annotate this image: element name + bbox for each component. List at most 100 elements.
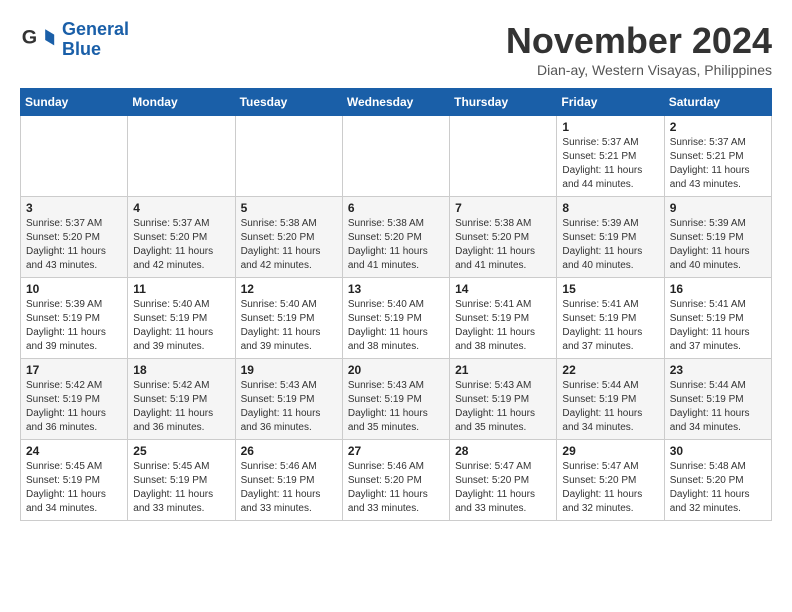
day-number: 1: [562, 120, 658, 134]
day-number: 28: [455, 444, 551, 458]
calendar-week-5: 24 Sunrise: 5:45 AM Sunset: 5:19 PM Dayli…: [21, 440, 772, 521]
day-number: 27: [348, 444, 444, 458]
calendar-cell: 10 Sunrise: 5:39 AM Sunset: 5:19 PM Dayli…: [21, 278, 128, 359]
day-info: Sunrise: 5:37 AM Sunset: 5:21 PM Dayligh…: [670, 136, 766, 192]
calendar-cell: 22 Sunrise: 5:44 AM Sunset: 5:19 PM Dayli…: [557, 359, 664, 440]
day-info: Sunrise: 5:45 AM Sunset: 5:19 PM Dayligh…: [133, 460, 229, 516]
calendar-cell: 20 Sunrise: 5:43 AM Sunset: 5:19 PM Dayli…: [342, 359, 449, 440]
day-info: Sunrise: 5:44 AM Sunset: 5:19 PM Dayligh…: [562, 379, 658, 435]
calendar-cell: 13 Sunrise: 5:40 AM Sunset: 5:19 PM Dayli…: [342, 278, 449, 359]
day-info: Sunrise: 5:38 AM Sunset: 5:20 PM Dayligh…: [241, 217, 337, 273]
day-info: Sunrise: 5:37 AM Sunset: 5:20 PM Dayligh…: [133, 217, 229, 273]
page-header: G General Blue November 2024 Dian-ay, We…: [20, 20, 772, 78]
day-number: 13: [348, 282, 444, 296]
day-info: Sunrise: 5:42 AM Sunset: 5:19 PM Dayligh…: [133, 379, 229, 435]
day-info: Sunrise: 5:41 AM Sunset: 5:19 PM Dayligh…: [562, 298, 658, 354]
day-number: 10: [26, 282, 122, 296]
day-number: 8: [562, 201, 658, 215]
day-info: Sunrise: 5:46 AM Sunset: 5:19 PM Dayligh…: [241, 460, 337, 516]
calendar-cell: [128, 116, 235, 197]
day-info: Sunrise: 5:42 AM Sunset: 5:19 PM Dayligh…: [26, 379, 122, 435]
day-info: Sunrise: 5:41 AM Sunset: 5:19 PM Dayligh…: [670, 298, 766, 354]
calendar-cell: 19 Sunrise: 5:43 AM Sunset: 5:19 PM Dayli…: [235, 359, 342, 440]
day-number: 5: [241, 201, 337, 215]
title-section: November 2024 Dian-ay, Western Visayas, …: [506, 20, 772, 78]
calendar-cell: 3 Sunrise: 5:37 AM Sunset: 5:20 PM Daylig…: [21, 197, 128, 278]
weekday-header-thursday: Thursday: [450, 89, 557, 116]
calendar-week-3: 10 Sunrise: 5:39 AM Sunset: 5:19 PM Dayli…: [21, 278, 772, 359]
day-number: 14: [455, 282, 551, 296]
calendar-cell: 15 Sunrise: 5:41 AM Sunset: 5:19 PM Dayli…: [557, 278, 664, 359]
calendar-cell: 30Sunrise: 5:48 AM Sunset: 5:20 PM Dayli…: [664, 440, 771, 521]
calendar-cell: 25 Sunrise: 5:45 AM Sunset: 5:19 PM Dayli…: [128, 440, 235, 521]
day-number: 3: [26, 201, 122, 215]
weekday-header-saturday: Saturday: [664, 89, 771, 116]
day-number: 20: [348, 363, 444, 377]
calendar-cell: 23Sunrise: 5:44 AM Sunset: 5:19 PM Dayli…: [664, 359, 771, 440]
calendar-cell: [450, 116, 557, 197]
day-number: 4: [133, 201, 229, 215]
calendar-cell: 11Sunrise: 5:40 AM Sunset: 5:19 PM Dayli…: [128, 278, 235, 359]
day-number: 29: [562, 444, 658, 458]
day-info: Sunrise: 5:38 AM Sunset: 5:20 PM Dayligh…: [348, 217, 444, 273]
calendar-cell: 7Sunrise: 5:38 AM Sunset: 5:20 PM Daylig…: [450, 197, 557, 278]
day-number: 15: [562, 282, 658, 296]
day-info: Sunrise: 5:43 AM Sunset: 5:19 PM Dayligh…: [241, 379, 337, 435]
day-info: Sunrise: 5:40 AM Sunset: 5:19 PM Dayligh…: [348, 298, 444, 354]
calendar-cell: 1Sunrise: 5:37 AM Sunset: 5:21 PM Daylig…: [557, 116, 664, 197]
calendar-cell: 18 Sunrise: 5:42 AM Sunset: 5:19 PM Dayli…: [128, 359, 235, 440]
calendar-cell: 9Sunrise: 5:39 AM Sunset: 5:19 PM Daylig…: [664, 197, 771, 278]
logo-general: General: [62, 19, 129, 39]
calendar-table: SundayMondayTuesdayWednesdayThursdayFrid…: [20, 88, 772, 521]
weekday-header-row: SundayMondayTuesdayWednesdayThursdayFrid…: [21, 89, 772, 116]
day-number: 24: [26, 444, 122, 458]
calendar-week-2: 3 Sunrise: 5:37 AM Sunset: 5:20 PM Daylig…: [21, 197, 772, 278]
day-number: 17: [26, 363, 122, 377]
day-info: Sunrise: 5:46 AM Sunset: 5:20 PM Dayligh…: [348, 460, 444, 516]
calendar-cell: 2 Sunrise: 5:37 AM Sunset: 5:21 PM Daylig…: [664, 116, 771, 197]
weekday-header-friday: Friday: [557, 89, 664, 116]
day-number: 18: [133, 363, 229, 377]
calendar-cell: 6Sunrise: 5:38 AM Sunset: 5:20 PM Daylig…: [342, 197, 449, 278]
logo-blue: Blue: [62, 39, 101, 59]
day-info: Sunrise: 5:37 AM Sunset: 5:20 PM Dayligh…: [26, 217, 122, 273]
calendar-cell: [235, 116, 342, 197]
day-info: Sunrise: 5:40 AM Sunset: 5:19 PM Dayligh…: [241, 298, 337, 354]
day-number: 30: [670, 444, 766, 458]
calendar-week-1: 1 Sunrise: 5:37 AM Sunset: 5:21 PM Daylig…: [21, 116, 772, 197]
weekday-header-wednesday: Wednesday: [342, 89, 449, 116]
day-info: Sunrise: 5:39 AM Sunset: 5:19 PM Dayligh…: [670, 217, 766, 273]
day-info: Sunrise: 5:39 AM Sunset: 5:19 PM Dayligh…: [26, 298, 122, 354]
day-info: Sunrise: 5:45 AM Sunset: 5:19 PM Dayligh…: [26, 460, 122, 516]
calendar-cell: [21, 116, 128, 197]
day-number: 21: [455, 363, 551, 377]
day-number: 26: [241, 444, 337, 458]
day-info: Sunrise: 5:41 AM Sunset: 5:19 PM Dayligh…: [455, 298, 551, 354]
calendar-cell: 26 Sunrise: 5:46 AM Sunset: 5:19 PM Dayli…: [235, 440, 342, 521]
location: Dian-ay, Western Visayas, Philippines: [506, 62, 772, 78]
weekday-header-monday: Monday: [128, 89, 235, 116]
day-number: 12: [241, 282, 337, 296]
calendar-cell: 27 Sunrise: 5:46 AM Sunset: 5:20 PM Dayli…: [342, 440, 449, 521]
day-number: 25: [133, 444, 229, 458]
day-info: Sunrise: 5:43 AM Sunset: 5:19 PM Dayligh…: [348, 379, 444, 435]
day-info: Sunrise: 5:39 AM Sunset: 5:19 PM Dayligh…: [562, 217, 658, 273]
calendar-cell: 17 Sunrise: 5:42 AM Sunset: 5:19 PM Dayli…: [21, 359, 128, 440]
day-info: Sunrise: 5:47 AM Sunset: 5:20 PM Dayligh…: [562, 460, 658, 516]
day-info: Sunrise: 5:38 AM Sunset: 5:20 PM Dayligh…: [455, 217, 551, 273]
calendar-cell: 5 Sunrise: 5:38 AM Sunset: 5:20 PM Daylig…: [235, 197, 342, 278]
day-number: 22: [562, 363, 658, 377]
calendar-cell: [342, 116, 449, 197]
calendar-cell: 29 Sunrise: 5:47 AM Sunset: 5:20 PM Dayli…: [557, 440, 664, 521]
day-number: 2: [670, 120, 766, 134]
weekday-header-tuesday: Tuesday: [235, 89, 342, 116]
logo: G General Blue: [20, 20, 129, 60]
calendar-cell: 12 Sunrise: 5:40 AM Sunset: 5:19 PM Dayli…: [235, 278, 342, 359]
day-info: Sunrise: 5:47 AM Sunset: 5:20 PM Dayligh…: [455, 460, 551, 516]
calendar-cell: 28 Sunrise: 5:47 AM Sunset: 5:20 PM Dayli…: [450, 440, 557, 521]
day-number: 19: [241, 363, 337, 377]
calendar-cell: 4 Sunrise: 5:37 AM Sunset: 5:20 PM Daylig…: [128, 197, 235, 278]
svg-text:G: G: [22, 26, 37, 48]
month-title: November 2024: [506, 20, 772, 62]
day-info: Sunrise: 5:43 AM Sunset: 5:19 PM Dayligh…: [455, 379, 551, 435]
